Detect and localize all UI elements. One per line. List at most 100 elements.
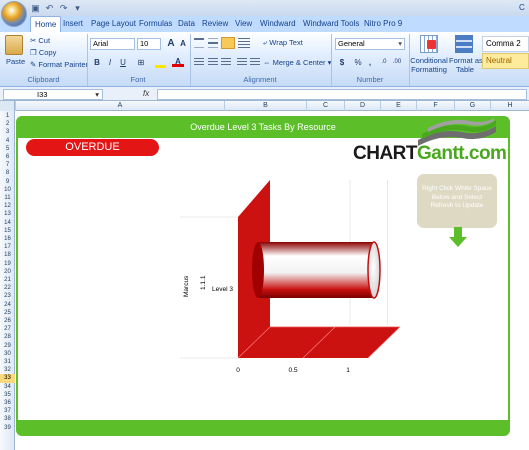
row-header[interactable]: 10 xyxy=(0,186,15,194)
row-header[interactable]: 2 xyxy=(0,120,15,128)
select-all-corner[interactable] xyxy=(0,101,15,111)
tab-nitro-pro[interactable]: Nitro Pro 9 xyxy=(360,16,406,32)
style-neutral[interactable]: Neutral xyxy=(482,53,529,69)
tab-data[interactable]: Data xyxy=(174,16,199,32)
cut-button[interactable]: ✂ Cut xyxy=(30,35,50,46)
shrink-font-button[interactable]: A xyxy=(177,38,189,49)
column-header-b[interactable]: B xyxy=(224,101,306,111)
row-header[interactable]: 9 xyxy=(0,178,15,186)
currency-button[interactable]: $ xyxy=(336,57,348,68)
row-header[interactable]: 1 xyxy=(0,112,15,120)
align-top-icon[interactable] xyxy=(194,38,204,48)
row-header[interactable]: 12 xyxy=(0,202,15,210)
row-header[interactable]: 29 xyxy=(0,342,15,350)
borders-icon[interactable]: ⊞ xyxy=(135,57,147,68)
decrease-decimal-icon[interactable]: .00 xyxy=(391,57,403,68)
tab-page-layout[interactable]: Page Layout xyxy=(87,16,140,32)
paste-icon[interactable] xyxy=(5,35,23,55)
row-header[interactable]: 23 xyxy=(0,292,15,300)
row-header[interactable]: 7 xyxy=(0,161,15,169)
orientation-icon[interactable] xyxy=(238,38,250,48)
merge-center-button[interactable]: ⇔ Merge & Center ▾ xyxy=(263,57,331,68)
row-header[interactable]: 27 xyxy=(0,325,15,333)
row-header[interactable]: 16 xyxy=(0,235,15,243)
row-header[interactable]: 4 xyxy=(0,137,15,145)
row-header[interactable]: 35 xyxy=(0,391,15,399)
align-bottom-icon[interactable] xyxy=(221,37,235,49)
fx-icon[interactable]: fx xyxy=(143,89,149,98)
conditional-formatting-label-2[interactable]: Formatting xyxy=(410,64,448,75)
row-header[interactable]: 3 xyxy=(0,128,15,136)
row-header[interactable]: 20 xyxy=(0,268,15,276)
align-left-icon[interactable] xyxy=(194,58,204,67)
row-header[interactable]: 18 xyxy=(0,251,15,259)
redo-icon[interactable]: ↷ xyxy=(58,3,69,13)
align-middle-icon[interactable] xyxy=(208,38,218,48)
comma-style-button[interactable]: , xyxy=(364,57,376,68)
tab-review[interactable]: Review xyxy=(198,16,232,32)
column-header-h[interactable]: H xyxy=(490,101,529,111)
font-name-select[interactable]: Arial xyxy=(90,38,135,50)
tab-view[interactable]: View xyxy=(231,16,256,32)
decrease-indent-icon[interactable] xyxy=(237,58,247,67)
row-header[interactable]: 11 xyxy=(0,194,15,202)
row-header[interactable]: 5 xyxy=(0,145,15,153)
row-header[interactable]: 8 xyxy=(0,169,15,177)
underline-button[interactable]: U xyxy=(117,57,129,68)
tab-windward[interactable]: Windward xyxy=(256,16,300,32)
row-header[interactable]: 13 xyxy=(0,210,15,218)
font-color-icon[interactable]: A xyxy=(172,56,184,67)
italic-button[interactable]: I xyxy=(104,57,116,68)
increase-decimal-icon[interactable]: .0 xyxy=(378,57,390,68)
row-header[interactable]: 6 xyxy=(0,153,15,161)
row-header[interactable]: 24 xyxy=(0,301,15,309)
undo-icon[interactable]: ↶ xyxy=(44,3,55,13)
row-header[interactable]: 36 xyxy=(0,399,15,407)
percent-button[interactable]: % xyxy=(352,57,364,68)
save-icon[interactable]: ▣ xyxy=(30,3,41,13)
tab-insert[interactable]: Insert xyxy=(59,16,87,32)
column-header-e[interactable]: E xyxy=(380,101,416,111)
increase-indent-icon[interactable] xyxy=(250,58,260,67)
format-as-table-icon[interactable] xyxy=(455,35,473,53)
grow-font-button[interactable]: A xyxy=(165,38,177,49)
row-header[interactable]: 37 xyxy=(0,407,15,415)
tab-formulas[interactable]: Formulas xyxy=(135,16,176,32)
wrap-text-button[interactable]: ⤶ Wrap Text xyxy=(263,37,303,48)
column-header-a[interactable]: A xyxy=(15,101,224,111)
number-format-select[interactable]: General ▾ xyxy=(335,38,405,50)
row-header[interactable]: 17 xyxy=(0,243,15,251)
bold-button[interactable]: B xyxy=(91,57,103,68)
row-header[interactable]: 33 xyxy=(0,374,15,383)
row-header[interactable]: 39 xyxy=(0,424,15,432)
row-header[interactable]: 15 xyxy=(0,227,15,235)
row-header[interactable]: 31 xyxy=(0,358,15,366)
row-header[interactable]: 38 xyxy=(0,415,15,423)
row-header[interactable]: 28 xyxy=(0,333,15,341)
paste-button[interactable]: Paste xyxy=(6,56,25,67)
row-header[interactable]: 14 xyxy=(0,219,15,227)
formula-input[interactable] xyxy=(157,89,527,100)
style-comma-2[interactable]: Comma 2 xyxy=(482,36,529,52)
format-painter-button[interactable]: ✎ Format Painter xyxy=(30,59,88,70)
align-right-icon[interactable] xyxy=(221,58,231,67)
name-box[interactable]: I33 ▾ xyxy=(3,89,103,100)
customize-qat-icon[interactable]: ▾ xyxy=(72,3,83,13)
row-header[interactable]: 21 xyxy=(0,276,15,284)
row-header[interactable]: 32 xyxy=(0,366,15,374)
row-header[interactable]: 22 xyxy=(0,284,15,292)
fill-color-icon[interactable] xyxy=(155,57,166,68)
row-header[interactable]: 26 xyxy=(0,317,15,325)
office-button[interactable] xyxy=(1,1,27,27)
row-header[interactable]: 30 xyxy=(0,350,15,358)
overdue-chart[interactable]: Level 3 1.1.1 Marcus 0 0.5 1 xyxy=(160,172,400,382)
row-header[interactable]: 19 xyxy=(0,260,15,268)
font-size-select[interactable]: 10 xyxy=(137,38,161,50)
column-header-d[interactable]: D xyxy=(344,101,380,111)
row-header[interactable]: 34 xyxy=(0,383,15,391)
align-center-icon[interactable] xyxy=(208,58,218,67)
column-header-g[interactable]: G xyxy=(454,101,490,111)
column-header-c[interactable]: C xyxy=(306,101,344,111)
row-header[interactable]: 25 xyxy=(0,309,15,317)
copy-button[interactable]: ❐ Copy xyxy=(30,47,56,58)
